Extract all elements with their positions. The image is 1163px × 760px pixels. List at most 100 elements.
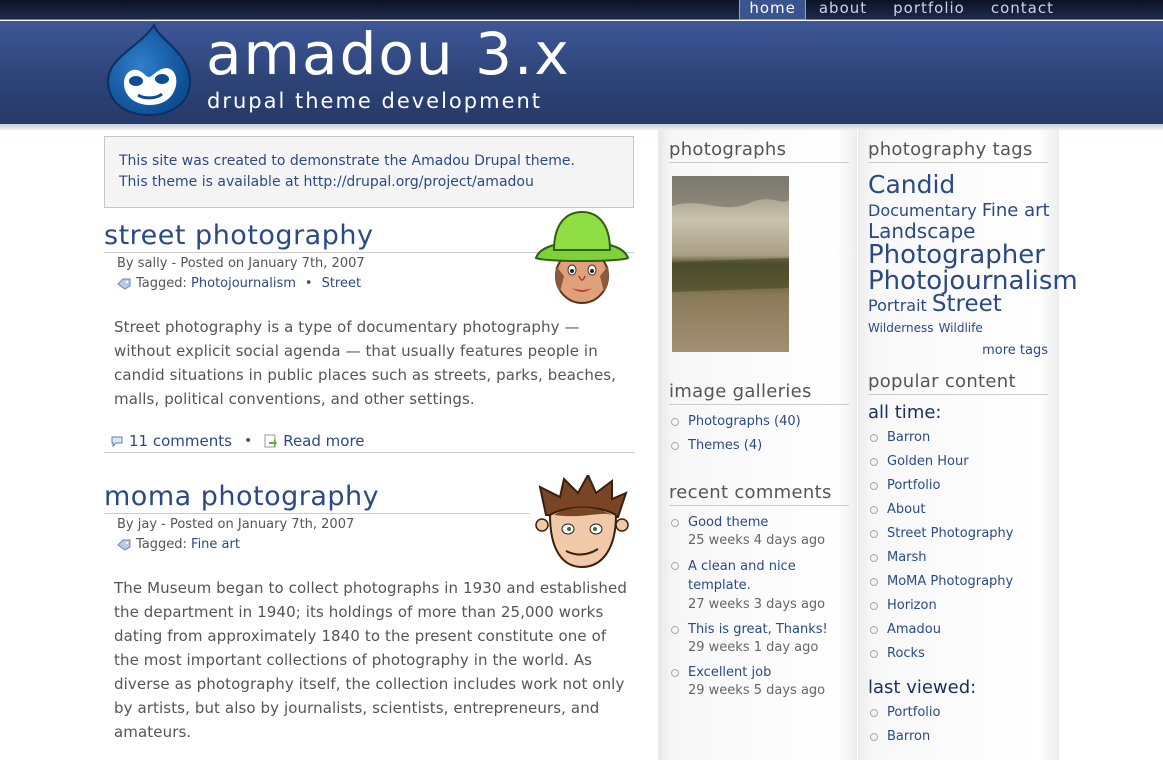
sidebar-right: photography tags Candid Documentary Fine… <box>858 130 1078 760</box>
list-item[interactable]: Horizon <box>868 597 1048 614</box>
tag-link-street[interactable]: Street <box>322 274 362 294</box>
block-recent-comments: recent comments Good theme 25 weeks 4 day… <box>669 481 849 707</box>
block-title: popular content <box>868 370 1048 395</box>
site-name[interactable]: amadou 3.x <box>206 21 571 87</box>
list-item[interactable]: Street Photography <box>868 525 1048 542</box>
tagged-label: Tagged: <box>136 537 187 552</box>
all-time-heading: all time: <box>868 402 942 423</box>
list-item[interactable]: Barron <box>868 429 1048 446</box>
tag-icon <box>117 539 131 551</box>
comment-link[interactable]: This is great, Thanks! <box>688 622 828 637</box>
tag-cloud-link[interactable]: Street <box>932 291 1002 317</box>
gallery-list: Photographs (40) Themes (4) <box>669 413 849 454</box>
list-item[interactable]: Barron <box>868 728 1048 745</box>
nav-contact[interactable]: contact <box>978 0 1067 20</box>
block-photography-tags: photography tags Candid Documentary Fine… <box>868 138 1078 358</box>
post-body-text: The Museum began to collect photographs … <box>114 579 627 741</box>
list-item[interactable]: Photographs (40) <box>669 413 849 430</box>
popular-link[interactable]: Street Photography <box>887 526 1013 541</box>
avatar-green-hat-icon <box>534 210 630 304</box>
drupal-drop-icon[interactable] <box>106 23 192 117</box>
list-item[interactable]: Portfolio <box>868 704 1048 721</box>
popular-link[interactable]: Golden Hour <box>887 454 969 469</box>
gallery-link[interactable]: Themes (4) <box>688 438 762 453</box>
popular-link[interactable]: Amadou <box>887 622 941 637</box>
avatar-spiky-hair-icon <box>530 475 634 575</box>
post-body: The Museum began to collect photographs … <box>104 576 634 744</box>
post-street-photography: street photography By sally - Posted on … <box>104 210 634 453</box>
list-item: This is great, Thanks! 29 weeks 1 day ago <box>669 621 849 657</box>
nav-home[interactable]: home <box>739 0 806 20</box>
popular-link[interactable]: Portfolio <box>887 705 940 720</box>
last-viewed-list: Portfolio Barron <box>868 704 1048 745</box>
mission-box: This site was created to demonstrate the… <box>104 136 634 208</box>
link-separator: • <box>243 432 253 449</box>
top-bar: home about portfolio contact <box>0 0 1163 20</box>
tag-cloud-link[interactable]: Documentary <box>868 201 977 220</box>
mission-line-2: This theme is available at http://drupal… <box>119 174 534 190</box>
comment-list: Good theme 25 weeks 4 days ago A clean an… <box>669 514 849 700</box>
popular-link[interactable]: Rocks <box>887 646 925 661</box>
tag-cloud-link[interactable]: Wildlife <box>939 321 983 335</box>
block-image-galleries: image galleries Photographs (40) Themes … <box>669 380 849 461</box>
list-item[interactable]: Marsh <box>868 549 1048 566</box>
list-item: Good theme 25 weeks 4 days ago <box>669 514 849 550</box>
gallery-link[interactable]: Photographs (40) <box>688 414 801 429</box>
photograph-thumbnail[interactable] <box>672 176 789 352</box>
last-viewed-heading: last viewed: <box>868 677 977 698</box>
popular-link[interactable]: Barron <box>887 729 930 744</box>
block-popular-content: popular content all time: Barron Golden … <box>868 370 1048 752</box>
block-title: image galleries <box>669 380 849 405</box>
comments-link[interactable]: 11 comments <box>129 432 232 450</box>
comment-age: 27 weeks 3 days ago <box>688 597 826 612</box>
block-photographs: photographs <box>669 138 849 352</box>
nav-about[interactable]: about <box>806 0 880 20</box>
popular-link[interactable]: Horizon <box>887 598 937 613</box>
more-tags: more tags <box>868 343 1048 358</box>
comment-age: 29 weeks 1 day ago <box>688 640 819 655</box>
tag-cloud: Candid Documentary Fine art Landscape Ph… <box>868 170 1098 339</box>
post-title-link[interactable]: moma photography <box>104 481 379 512</box>
nav-portfolio[interactable]: portfolio <box>880 0 978 20</box>
list-item: A clean and nice template. 27 weeks 3 day… <box>669 557 849 614</box>
list-item[interactable]: About <box>868 501 1048 518</box>
site-header: amadou 3.x drupal theme development <box>0 21 1163 124</box>
popular-link[interactable]: Portfolio <box>887 478 940 493</box>
main-content: This site was created to demonstrate the… <box>104 136 634 744</box>
comment-age: 29 weeks 5 days ago <box>688 683 826 698</box>
tag-link-photojournalism[interactable]: Photojournalism <box>191 274 296 294</box>
list-item: Excellent job 29 weeks 5 days ago <box>669 664 849 700</box>
popular-link[interactable]: About <box>887 502 925 517</box>
tag-cloud-link[interactable]: Candid <box>868 170 955 199</box>
comment-icon <box>111 436 123 447</box>
tag-cloud-link[interactable]: Wilderness <box>868 321 933 335</box>
site-slogan: drupal theme development <box>207 89 543 113</box>
tag-cloud-link[interactable]: Fine art <box>982 200 1050 221</box>
popular-link[interactable]: MoMA Photography <box>887 574 1013 589</box>
comment-link[interactable]: Excellent job <box>688 665 771 680</box>
list-item[interactable]: Themes (4) <box>669 437 849 454</box>
list-item[interactable]: MoMA Photography <box>868 573 1048 590</box>
list-item[interactable]: Amadou <box>868 621 1048 638</box>
block-title: recent comments <box>669 481 849 506</box>
list-item[interactable]: Golden Hour <box>868 453 1048 470</box>
list-item[interactable]: Portfolio <box>868 477 1048 494</box>
read-more-icon <box>264 434 278 447</box>
read-more-link[interactable]: Read more <box>283 432 364 450</box>
popular-link[interactable]: Marsh <box>887 550 927 565</box>
sidebar-left: photographs image galleries Photographs … <box>658 130 857 760</box>
more-tags-link[interactable]: more tags <box>982 343 1048 358</box>
list-item[interactable]: Rocks <box>868 645 1048 662</box>
tag-separator: • <box>304 276 313 291</box>
post-title-link[interactable]: street photography <box>104 220 373 251</box>
comment-link[interactable]: Good theme <box>688 515 768 530</box>
primary-nav: home about portfolio contact <box>739 0 1067 20</box>
block-title: photography tags <box>868 138 1048 163</box>
all-time-list: Barron Golden Hour Portfolio About Stree… <box>868 429 1048 662</box>
post-body: Street photography is a type of document… <box>104 315 634 411</box>
tag-link-fine-art[interactable]: Fine art <box>191 535 240 555</box>
tag-cloud-link[interactable]: Portrait <box>868 296 927 315</box>
popular-link[interactable]: Barron <box>887 430 930 445</box>
comment-age: 25 weeks 4 days ago <box>688 533 826 548</box>
comment-link[interactable]: A clean and nice template. <box>688 557 818 595</box>
